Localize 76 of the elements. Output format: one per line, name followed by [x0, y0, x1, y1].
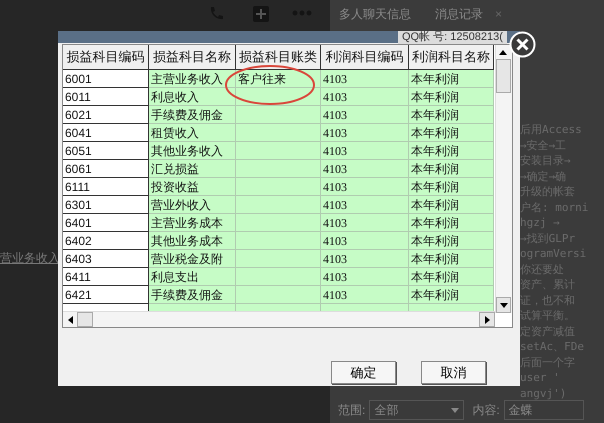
table-cell: 4103	[321, 106, 409, 124]
content-label: 内容:	[472, 402, 500, 419]
plus-icon[interactable]	[253, 6, 269, 22]
table-cell: 营业税金及附	[149, 250, 236, 268]
table-cell: 6041	[63, 124, 149, 142]
table-cell: 4103	[321, 268, 409, 286]
table-cell: 其他业务成本	[149, 232, 236, 250]
table-cell: 本年利润	[409, 214, 494, 232]
table-cell: 客户往来	[236, 70, 321, 88]
table-cell: 本年利润	[409, 106, 494, 124]
table-cell: 手续费及佣金	[149, 286, 236, 304]
table-cell: 本年利润	[409, 250, 494, 268]
table-cell: 6403	[63, 250, 149, 268]
table-cell: 4103	[321, 250, 409, 268]
scroll-thumb[interactable]	[496, 59, 511, 93]
column-header[interactable]: 利润科目编码	[321, 45, 409, 70]
dialog-button[interactable]: 取消	[421, 361, 486, 384]
vertical-scrollbar[interactable]	[495, 45, 512, 313]
table-cell: 4103	[321, 232, 409, 250]
table-cell: 6421	[63, 286, 149, 304]
scroll-up-icon[interactable]	[499, 50, 507, 54]
table-cell: 汇兑损益	[149, 160, 236, 178]
account-label: QQ帐 号: 12508213(	[398, 31, 507, 44]
scroll-down-button[interactable]	[496, 297, 511, 313]
table-cell: 4103	[321, 70, 409, 88]
table-cell: 6301	[63, 196, 149, 214]
table-cell: 租赁收入	[149, 124, 236, 142]
scroll-left-icon[interactable]	[68, 316, 72, 324]
table-cell: 4103	[321, 124, 409, 142]
table-cell: 4103	[321, 160, 409, 178]
table-cell: 本年利润	[409, 142, 494, 160]
table-cell: 4103	[321, 214, 409, 232]
dropdown-value: 全部	[374, 402, 398, 419]
table-cell: 6051	[63, 142, 149, 160]
table-cell: 手续费及佣金	[149, 106, 236, 124]
table-cell: 本年利润	[409, 196, 494, 214]
table-cell: 主营业务成本	[149, 214, 236, 232]
horizontal-scrollbar[interactable]	[63, 311, 495, 327]
scroll-down-icon	[500, 302, 508, 308]
dialog-button[interactable]: 确定	[331, 361, 396, 384]
table-cell: 本年利润	[409, 286, 494, 304]
table-cell: 4103	[321, 178, 409, 196]
table-cell: 利息收入	[149, 88, 236, 106]
table-cell: 本年利润	[409, 160, 494, 178]
column-header[interactable]: 损益科目编码	[63, 45, 149, 70]
scroll-thumb[interactable]	[77, 312, 93, 327]
table-cell: 4103	[321, 88, 409, 106]
table-cell: 6001	[63, 70, 149, 88]
scroll-right-button[interactable]	[479, 312, 495, 327]
table-cell: 本年利润	[409, 268, 494, 286]
caret-icon	[451, 408, 460, 412]
table-cell: 4103	[321, 286, 409, 304]
table-cell: 主营业务收入	[149, 70, 236, 88]
table-cell: 本年利润	[409, 124, 494, 142]
table-cell: 其他业务收入	[149, 142, 236, 160]
table-cell: 6061	[63, 160, 149, 178]
table-cell: 利息支出	[149, 268, 236, 286]
column-header[interactable]: 损益科目账类	[236, 45, 321, 70]
table-cell: 6111	[63, 178, 149, 196]
table-cell: 本年利润	[409, 70, 494, 88]
table-cell: 6402	[63, 232, 149, 250]
table-cell: 本年利润	[409, 232, 494, 250]
table-cell: 本年利润	[409, 178, 494, 196]
table-cell: 本年利润	[409, 88, 494, 106]
table-cell: 6021	[63, 106, 149, 124]
table-cell: 营业外收入	[149, 196, 236, 214]
table-cell: 6011	[63, 88, 149, 106]
table-cell: 6401	[63, 214, 149, 232]
table-cell: 投资收益	[149, 178, 236, 196]
table-cell: 6411	[63, 268, 149, 286]
scope-label: 范围:	[338, 402, 366, 419]
column-header[interactable]: 损益科目名称	[149, 45, 236, 70]
column-header[interactable]: 利润科目名称	[409, 45, 494, 70]
table-cell: 4103	[321, 142, 409, 160]
scroll-right-icon	[484, 316, 490, 324]
table-cell: 4103	[321, 196, 409, 214]
